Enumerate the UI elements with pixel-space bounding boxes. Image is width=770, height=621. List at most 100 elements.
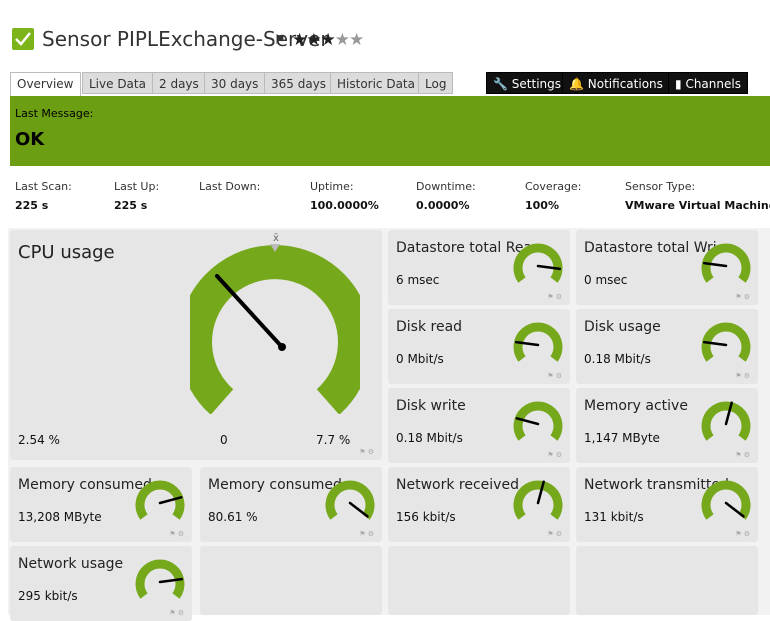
mini-gauge	[513, 243, 563, 283]
stat-uptime: Uptime: 100.0000%	[310, 180, 379, 212]
tab-settings[interactable]: 🔧 Settings	[486, 72, 568, 94]
empty-tile	[388, 546, 570, 615]
stat-value: 0.0000%	[416, 199, 470, 212]
gauge-name: Disk write	[396, 398, 466, 414]
stat-value: 100%	[525, 199, 559, 212]
gauge-tile[interactable]: Network usage 295 kbit/s ⚑ ⚙	[10, 546, 192, 621]
gauge-value: 6 msec	[396, 273, 440, 287]
tab-channels-label: Channels	[685, 77, 741, 91]
gauge-value: 131 kbit/s	[584, 510, 644, 524]
gauge-name: Network usage	[18, 556, 124, 572]
cpu-gauge	[190, 244, 360, 414]
gauge-value: 0.18 Mbit/s	[584, 352, 651, 366]
tab-30-days[interactable]: 30 days	[204, 72, 266, 94]
gauge-name: Disk usage	[584, 319, 661, 335]
gauge-max: 7.7 %	[316, 433, 351, 447]
gauge-value: 295 kbit/s	[18, 589, 78, 603]
tab-2-days[interactable]: 2 days	[152, 72, 206, 94]
tile-tools-icon[interactable]: ⚑ ⚙	[735, 451, 750, 459]
gauge-tile-cpu-usage[interactable]: CPU usage x̄ 2.54 % 0 7.7 % ⚑ ⚙	[10, 230, 382, 460]
gauge-tile[interactable]: Datastore total Wri... 0 msec ⚑ ⚙	[576, 230, 758, 305]
tab-notifications-label: Notifications	[587, 77, 663, 91]
gauge-tile[interactable]: Network transmitted 131 kbit/s ⚑ ⚙	[576, 467, 758, 542]
stat-value: 225 s	[15, 199, 49, 212]
gauge-tile[interactable]: Memory active 1,147 MByte ⚑ ⚙	[576, 388, 758, 463]
tab-overview[interactable]: Overview	[10, 72, 81, 97]
wrench-icon: 🔧	[493, 77, 508, 91]
tab-live-data[interactable]: Live Data	[82, 72, 153, 94]
gauge-value: 0.18 Mbit/s	[396, 431, 463, 445]
gauge-value: 2.54 %	[18, 433, 60, 447]
tile-tools-icon[interactable]: ⚑ ⚙	[169, 530, 184, 538]
cpu-avg-marker: x̄	[273, 233, 279, 244]
gauge-tile[interactable]: Memory consumed 13,208 MByte ⚑ ⚙	[10, 467, 192, 542]
gauge-arc	[513, 243, 563, 283]
mini-gauge	[135, 480, 185, 520]
tab-settings-label: Settings	[511, 77, 561, 91]
gauge-arc	[135, 480, 185, 520]
stat-label: Last Scan:	[15, 180, 72, 193]
gauge-name: Memory consumed	[18, 477, 152, 493]
stat-last-scan: Last Scan: 225 s	[15, 180, 72, 212]
stat-sensor-type: Sensor Type: VMware Virtual Machine (S	[625, 180, 770, 212]
mini-gauge	[701, 322, 751, 362]
last-message-value: OK	[15, 129, 45, 150]
empty-tile	[200, 546, 382, 615]
mini-gauge	[513, 401, 563, 441]
tab-365-days[interactable]: 365 days	[264, 72, 334, 94]
tile-tools-icon[interactable]: ⚑ ⚙	[735, 293, 750, 301]
stat-label: Coverage:	[525, 180, 582, 193]
empty-tile	[576, 546, 758, 615]
tab-bar: Overview Live Data 2 days 30 days 365 da…	[10, 72, 770, 97]
tile-tools-icon[interactable]: ⚑ ⚙	[547, 451, 562, 459]
gauge-value: 156 kbit/s	[396, 510, 456, 524]
flag-icon[interactable]: ⚑	[274, 33, 286, 48]
gauge-value: 1,147 MByte	[584, 431, 660, 445]
gauge-tile[interactable]: Datastore total Rea... 6 msec ⚑ ⚙	[388, 230, 570, 305]
stat-label: Downtime:	[416, 180, 476, 193]
stat-last-down: Last Down:	[199, 180, 260, 199]
stat-label: Last Up:	[114, 180, 160, 193]
gauge-arc	[513, 401, 563, 441]
stat-value: 225 s	[114, 199, 148, 212]
priority-stars[interactable]: ★★★★★	[292, 30, 365, 50]
stat-label: Uptime:	[310, 180, 354, 193]
tile-tools-icon[interactable]: ⚑ ⚙	[735, 530, 750, 538]
sensor-stats: Last Scan: 225 s Last Up: 225 s Last Down:…	[10, 166, 770, 224]
tile-tools-icon[interactable]: ⚑ ⚙	[735, 372, 750, 380]
stat-value: VMware Virtual Machine (S	[625, 199, 770, 212]
tab-log[interactable]: Log	[418, 72, 454, 94]
tile-tools-icon[interactable]: ⚑ ⚙	[547, 530, 562, 538]
gauge-name: CPU usage	[18, 242, 115, 263]
gauge-min: 0	[220, 433, 228, 447]
gauge-tile[interactable]: Disk write 0.18 Mbit/s ⚑ ⚙	[388, 388, 570, 463]
tab-historic-data[interactable]: Historic Data	[330, 72, 422, 94]
gauge-name: Network received	[396, 477, 519, 493]
tab-notifications[interactable]: 🔔 Notifications	[562, 72, 670, 94]
stat-value: 100.0000%	[310, 199, 379, 212]
tile-tools-icon[interactable]: ⚑ ⚙	[359, 448, 374, 456]
priority-stars-off: ★★	[334, 30, 365, 50]
gauge-value: 0 msec	[584, 273, 628, 287]
gauge-tile[interactable]: Network received 156 kbit/s ⚑ ⚙	[388, 467, 570, 542]
tile-tools-icon[interactable]: ⚑ ⚙	[359, 530, 374, 538]
tile-tools-icon[interactable]: ⚑ ⚙	[547, 372, 562, 380]
gauge-value: 80.61 %	[208, 510, 258, 524]
mini-gauge	[513, 322, 563, 362]
tile-tools-icon[interactable]: ⚑ ⚙	[547, 293, 562, 301]
tab-channels[interactable]: ▮ Channels	[668, 72, 748, 94]
sensor-header: Sensor PIPLExchange-Server ⚑ ★★★★★	[0, 0, 770, 70]
last-message-bar: Last Message: OK	[10, 96, 770, 166]
priority-stars-on: ★★★	[292, 30, 336, 50]
stat-coverage: Coverage: 100%	[525, 180, 581, 212]
channel-gauges: CPU usage x̄ 2.54 % 0 7.7 % ⚑ ⚙ Datastor…	[8, 228, 770, 621]
stat-label: Sensor Type:	[625, 180, 696, 193]
gauge-value: 0 Mbit/s	[396, 352, 444, 366]
gauge-tile[interactable]: Disk usage 0.18 Mbit/s ⚑ ⚙	[576, 309, 758, 384]
tile-tools-icon[interactable]: ⚑ ⚙	[169, 609, 184, 617]
stat-downtime: Downtime: 0.0000%	[416, 180, 476, 212]
stat-last-up: Last Up: 225 s	[114, 180, 159, 212]
gauge-tile[interactable]: Disk read 0 Mbit/s ⚑ ⚙	[388, 309, 570, 384]
gauge-tile[interactable]: Memory consumed... 80.61 % ⚑ ⚙	[200, 467, 382, 542]
last-message-label: Last Message:	[15, 107, 94, 120]
